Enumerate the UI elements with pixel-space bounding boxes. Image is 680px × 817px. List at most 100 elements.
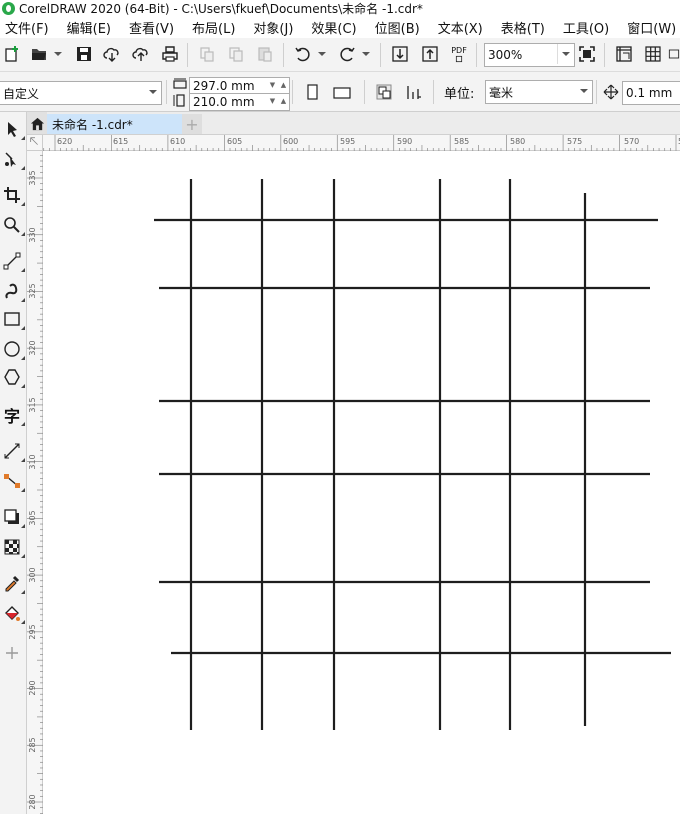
toolbar-separator — [604, 43, 605, 67]
new-document-tab-button[interactable]: + — [182, 114, 202, 134]
vertical-ruler[interactable]: 335 330 325 320 315 310 305 300 295 290 285 280 — [27, 151, 43, 814]
connector-tool-icon — [4, 474, 20, 488]
ruler-label: 580 — [510, 137, 525, 146]
flyout-indicator — [21, 232, 25, 236]
interactive-fill-button[interactable] — [1, 602, 23, 624]
snap-to-button[interactable] — [668, 43, 680, 65]
search-content-button[interactable] — [101, 43, 123, 65]
add-tool-button[interactable] — [1, 642, 23, 664]
menu-view[interactable]: 查看(V) — [129, 18, 174, 37]
save-button[interactable] — [73, 43, 95, 65]
units-dropdown-arrow[interactable] — [576, 81, 592, 101]
menu-window[interactable]: 窗口(W) — [627, 18, 676, 37]
eyedropper-button[interactable] — [1, 572, 23, 594]
import-file-button[interactable] — [389, 43, 411, 65]
parallel-dimension-icon — [4, 443, 20, 459]
save-icon — [77, 47, 91, 61]
menu-tools[interactable]: 工具(O) — [563, 18, 609, 37]
paste-icon — [258, 47, 272, 62]
ruler-label: 570 — [624, 137, 639, 146]
units-label: 单位: — [444, 87, 475, 102]
full-screen-preview-button[interactable] — [576, 43, 598, 65]
open-button[interactable] — [28, 43, 50, 65]
print-button[interactable] — [159, 43, 181, 65]
page-size-dropdown-arrow[interactable] — [145, 82, 161, 102]
menu-table[interactable]: 表格(T) — [501, 18, 545, 37]
horizontal-ruler[interactable]: 620615610605600595590585580575570565 — [43, 135, 680, 151]
flyout-indicator — [21, 268, 25, 272]
open-dropdown[interactable] — [54, 43, 62, 65]
undo-button[interactable] — [292, 43, 314, 65]
ruler-label: 615 — [113, 137, 128, 146]
drawing-content[interactable] — [44, 152, 680, 814]
nudge-distance-input[interactable]: 0.1 mm — [622, 81, 680, 105]
rectangle-tool-button[interactable] — [1, 308, 23, 330]
add-tool-icon — [6, 647, 18, 659]
zoom-dropdown-arrow[interactable] — [557, 44, 574, 64]
menu-effects[interactable]: 效果(C) — [311, 18, 356, 37]
zoom-level-combo[interactable]: 300% — [484, 43, 575, 67]
units-combo[interactable]: 毫米 — [485, 80, 593, 104]
ruler-label: 305 — [28, 510, 37, 525]
menu-edit[interactable]: 编辑(E) — [67, 18, 111, 37]
horizontal-ruler-ticks: 620615610605600595590585580575570565 — [43, 135, 680, 151]
landscape-button[interactable] — [331, 81, 353, 103]
current-page-icon — [407, 86, 421, 99]
crop-tool-button[interactable] — [1, 184, 23, 206]
welcome-screen-tab[interactable] — [27, 112, 47, 134]
drawing-canvas[interactable] — [44, 152, 680, 814]
shape-tool-button[interactable] — [1, 148, 23, 170]
menu-file[interactable]: 文件(F) — [5, 18, 49, 37]
page-size-combo[interactable]: 自定义 — [0, 81, 162, 105]
toolbar-separator — [380, 43, 381, 67]
menu-bitmaps[interactable]: 位图(B) — [375, 18, 420, 37]
text-tool-button[interactable]: 字 — [1, 404, 23, 426]
publish-pdf-button[interactable]: PDF — [448, 43, 470, 65]
menu-text[interactable]: 文本(X) — [438, 18, 483, 37]
units-value: 毫米 — [489, 85, 514, 100]
transparency-button[interactable] — [1, 536, 23, 558]
toolbar-separator — [476, 43, 477, 67]
toolbar-separator — [187, 43, 188, 67]
shape-tool-icon — [5, 152, 16, 167]
new-document-icon — [5, 46, 18, 62]
ellipse-tool-button[interactable] — [1, 338, 23, 360]
paste-button[interactable] — [254, 43, 276, 65]
polygon-tool-button[interactable] — [1, 366, 23, 388]
page-height-spinner[interactable]: ▼ ▲ — [267, 94, 289, 108]
current-page-button[interactable] — [403, 81, 425, 103]
cut-button[interactable] — [196, 43, 218, 65]
import-icon — [392, 46, 408, 62]
toolbar-separator — [292, 80, 293, 104]
polygon-tool-icon — [4, 369, 20, 385]
ruler-label: 590 — [397, 137, 412, 146]
ruler-origin-corner[interactable] — [27, 135, 43, 151]
freehand-tool-button[interactable] — [1, 250, 23, 272]
landscape-icon — [333, 87, 351, 99]
redo-button[interactable] — [336, 43, 358, 65]
menu-layout[interactable]: 布局(L) — [192, 18, 235, 37]
zoom-tool-button[interactable] — [1, 214, 23, 236]
flyout-indicator — [21, 590, 25, 594]
all-pages-button[interactable] — [373, 81, 395, 103]
page-height-input[interactable]: 210.0 mm ▼ ▲ — [189, 93, 290, 111]
menu-object[interactable]: 对象(J) — [253, 18, 293, 37]
new-document-button[interactable] — [1, 43, 23, 65]
connector-tool-button[interactable] — [1, 470, 23, 492]
pick-tool-button[interactable] — [1, 118, 23, 140]
parallel-dimension-button[interactable] — [1, 440, 23, 462]
crop-tool-icon — [4, 187, 20, 203]
document-tab[interactable]: 未命名 -1.cdr* — [47, 114, 185, 134]
drop-shadow-button[interactable] — [1, 506, 23, 528]
ruler-label: 575 — [567, 137, 582, 146]
portrait-button[interactable] — [301, 81, 323, 103]
page-width-spinner[interactable]: ▼ ▲ — [267, 78, 289, 92]
export-button[interactable] — [419, 43, 441, 65]
undo-dropdown[interactable] — [318, 43, 326, 65]
redo-dropdown[interactable] — [362, 43, 370, 65]
import-button[interactable] — [130, 43, 152, 65]
copy-button[interactable] — [225, 43, 247, 65]
show-rulers-button[interactable] — [613, 43, 635, 65]
artistic-media-button[interactable] — [1, 280, 23, 302]
show-grid-button[interactable] — [642, 43, 664, 65]
